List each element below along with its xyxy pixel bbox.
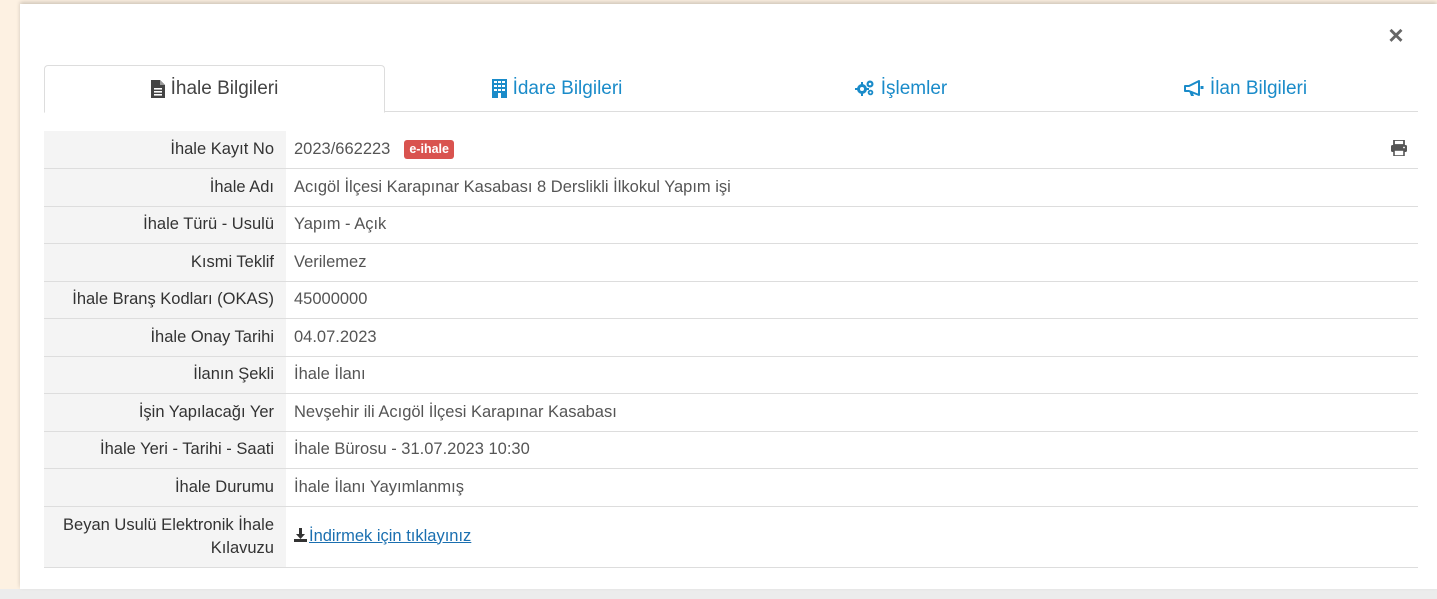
tender-details-modal: × İhale Bilgileri İdare Bilgileri İşleml… bbox=[20, 4, 1437, 589]
field-value: 04.07.2023 bbox=[286, 318, 1418, 357]
tab-bar: İhale Bilgileri İdare Bilgileri İşlemler… bbox=[44, 65, 1418, 113]
bullhorn-icon bbox=[1183, 78, 1204, 100]
gears-icon bbox=[854, 78, 875, 100]
field-label: İşin Yapılacağı Yer bbox=[44, 393, 286, 432]
field-value: İhale Bürosu - 31.07.2023 10:30 bbox=[286, 431, 1418, 469]
field-label-line: Kılavuzu bbox=[210, 538, 274, 557]
field-value: 45000000 bbox=[286, 281, 1418, 319]
field-value-cell: 2023/662223 e-ihale bbox=[286, 131, 1418, 169]
field-label: İhale Yeri - Tarihi - Saati bbox=[44, 431, 286, 469]
field-value: Acıgöl İlçesi Karapınar Kasabası 8 Dersl… bbox=[286, 168, 1418, 207]
file-icon bbox=[150, 78, 165, 100]
tab-idare-bilgileri[interactable]: İdare Bilgileri bbox=[385, 65, 729, 112]
field-label: İhale Durumu bbox=[44, 468, 286, 507]
tab-label: İlan Bilgileri bbox=[1209, 77, 1308, 99]
field-value: Verilemez bbox=[286, 243, 1418, 282]
e-ihale-badge: e-ihale bbox=[404, 140, 454, 159]
field-label: İhale Adı bbox=[44, 168, 286, 207]
table-row: İhale Yeri - Tarihi - Saati İhale Bürosu… bbox=[44, 431, 1418, 469]
field-value: İhale İlanı bbox=[286, 356, 1418, 394]
table-row: İlanın Şekli İhale İlanı bbox=[44, 356, 1418, 394]
table-row: İhale Kayıt No 2023/662223 e-ihale bbox=[44, 131, 1418, 169]
tab-ilan-bilgileri[interactable]: İlan Bilgileri bbox=[1073, 65, 1418, 112]
field-label: Kısmi Teklif bbox=[44, 243, 286, 282]
field-label: İhale Branş Kodları (OKAS) bbox=[44, 281, 286, 319]
table-row: İhale Onay Tarihi 04.07.2023 bbox=[44, 318, 1418, 357]
field-value: İhale İlanı Yayımlanmış bbox=[286, 468, 1418, 507]
field-value-cell: İndirmek için tıklayınız bbox=[286, 506, 1418, 568]
table-row: İhale Türü - Usulü Yapım - Açık bbox=[44, 206, 1418, 244]
tab-islemler[interactable]: İşlemler bbox=[729, 65, 1073, 112]
tab-label: İşlemler bbox=[880, 77, 948, 99]
table-row: Beyan Usulü Elektronik İhale Kılavuzu İn… bbox=[44, 506, 1418, 568]
field-value: Nevşehir ili Acıgöl İlçesi Karapınar Kas… bbox=[286, 393, 1418, 432]
download-guide-link[interactable]: İndirmek için tıklayınız bbox=[309, 527, 471, 545]
print-icon[interactable] bbox=[1390, 139, 1408, 161]
field-value: Yapım - Açık bbox=[286, 206, 1418, 244]
field-label: İhale Onay Tarihi bbox=[44, 318, 286, 357]
tender-details-table: İhale Kayıt No 2023/662223 e-ihale İhale … bbox=[44, 131, 1418, 568]
tab-label: İdare Bilgileri bbox=[512, 77, 623, 99]
field-label: İhale Türü - Usulü bbox=[44, 206, 286, 244]
building-icon bbox=[491, 78, 507, 100]
table-row: İhale Adı Acıgöl İlçesi Karapınar Kasaba… bbox=[44, 168, 1418, 207]
field-label: Beyan Usulü Elektronik İhale Kılavuzu bbox=[44, 506, 286, 568]
table-row: Kısmi Teklif Verilemez bbox=[44, 243, 1418, 282]
table-row: İhale Durumu İhale İlanı Yayımlanmış bbox=[44, 468, 1418, 507]
page-bottom-strip bbox=[0, 589, 1437, 599]
field-label: İhale Kayıt No bbox=[44, 131, 286, 169]
close-icon[interactable]: × bbox=[1385, 22, 1407, 48]
download-icon bbox=[294, 527, 307, 547]
tab-label: İhale Bilgileri bbox=[170, 78, 279, 99]
field-label-line: Beyan Usulü Elektronik İhale bbox=[63, 515, 274, 534]
field-label: İlanın Şekli bbox=[44, 356, 286, 394]
table-row: İşin Yapılacağı Yer Nevşehir ili Acıgöl … bbox=[44, 393, 1418, 432]
registration-number: 2023/662223 bbox=[294, 140, 391, 158]
tab-ihale-bilgileri[interactable]: İhale Bilgileri bbox=[44, 65, 385, 113]
table-row: İhale Branş Kodları (OKAS) 45000000 bbox=[44, 281, 1418, 319]
